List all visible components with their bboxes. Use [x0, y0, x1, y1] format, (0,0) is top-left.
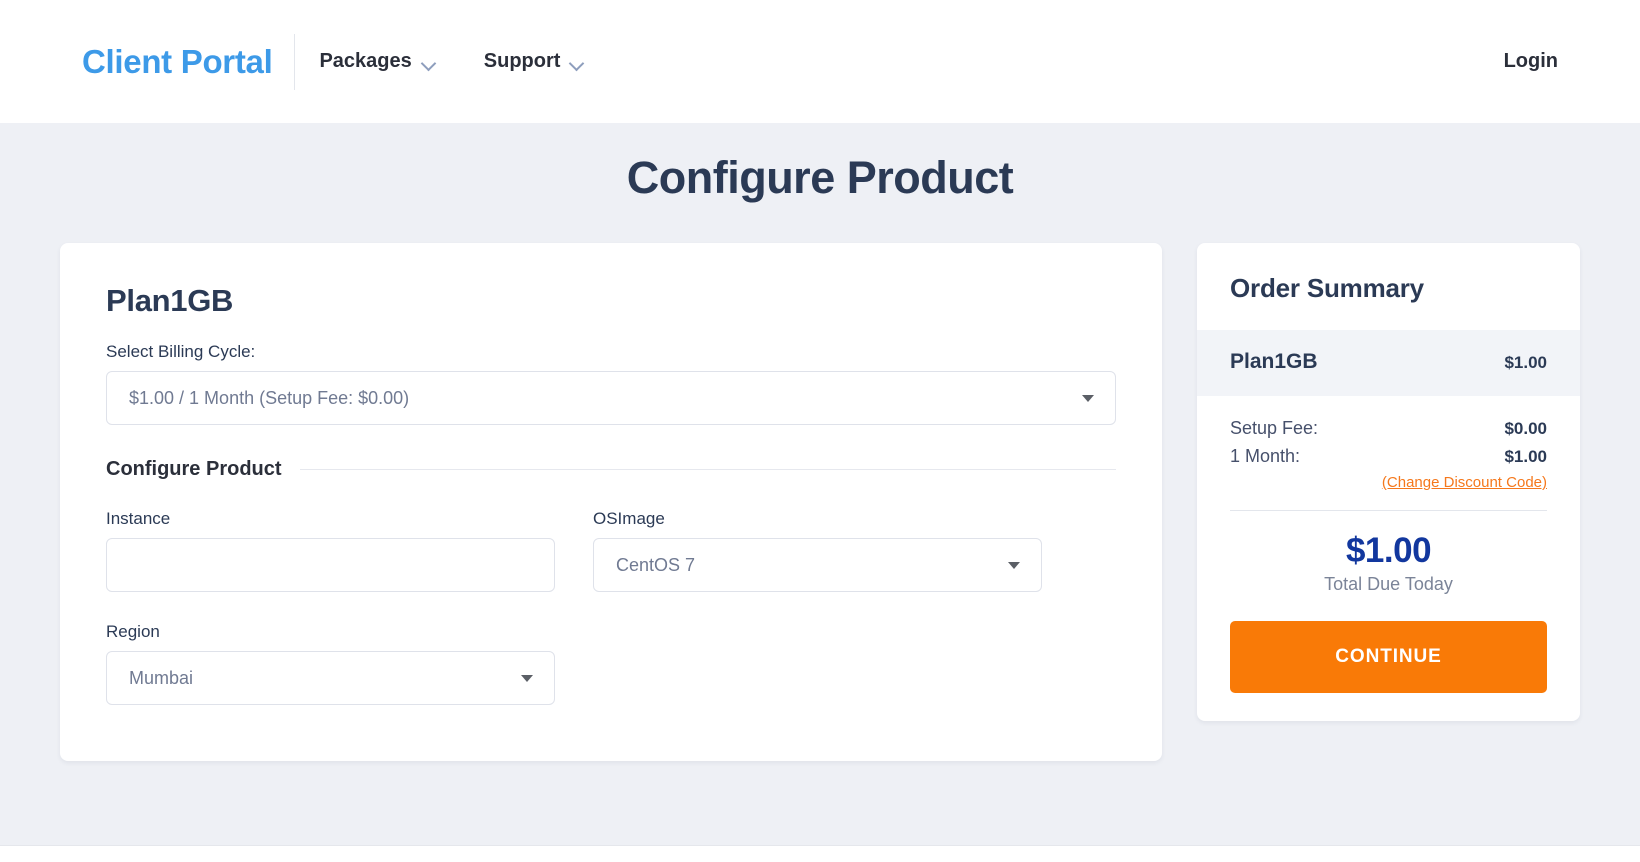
billing-cycle-select[interactable]: $1.00 / 1 Month (Setup Fee: $0.00) — [106, 371, 1116, 425]
top-navigation-bar: Client Portal Packages Support Login — [0, 0, 1640, 123]
summary-line-1-month: 1 Month: $1.00 — [1230, 446, 1547, 467]
config-fields-row-1: Instance OSImage CentOS 7 — [106, 509, 1116, 592]
content-container: Plan1GB Select Billing Cycle: $1.00 / 1 … — [0, 243, 1640, 761]
order-summary-heading: Order Summary — [1230, 273, 1424, 303]
region-select[interactable]: Mumbai — [106, 651, 555, 705]
total-due-amount: $1.00 — [1345, 531, 1432, 570]
config-fields-row-2: Region Mumbai — [106, 622, 1116, 705]
instance-input-wrapper[interactable] — [106, 538, 555, 592]
nav-links: Packages Support — [319, 50, 584, 73]
nav-item-support[interactable]: Support — [484, 50, 585, 73]
instance-field-group: Instance — [106, 509, 555, 592]
brand-divider — [294, 33, 296, 90]
order-summary-body: Setup Fee: $0.00 1 Month: $1.00 (Change … — [1197, 396, 1580, 721]
billing-cycle-select-wrapper[interactable]: $1.00 / 1 Month (Setup Fee: $0.00) — [106, 371, 1116, 425]
footer-band — [0, 845, 1640, 862]
summary-plan-name: Plan1GB — [1230, 350, 1318, 373]
nav-item-packages[interactable]: Packages — [319, 50, 435, 73]
fieldset-legend: Configure Product — [106, 458, 282, 480]
configure-product-card: Plan1GB Select Billing Cycle: $1.00 / 1 … — [60, 243, 1162, 761]
empty-cell — [593, 622, 1042, 705]
osimage-field-group: OSImage CentOS 7 — [593, 509, 1042, 592]
summary-line-label: Setup Fee: — [1230, 418, 1319, 438]
region-select-wrapper[interactable]: Mumbai — [106, 651, 555, 705]
instance-input[interactable] — [106, 538, 555, 592]
page-body: Configure Product Plan1GB Select Billing… — [0, 123, 1640, 845]
osimage-label: OSImage — [593, 509, 665, 528]
summary-plan-row: Plan1GB $1.00 — [1197, 330, 1580, 396]
fieldset-rule — [299, 469, 1116, 470]
summary-line-setup-fee: Setup Fee: $0.00 — [1230, 418, 1547, 439]
osimage-select[interactable]: CentOS 7 — [593, 538, 1042, 592]
change-discount-code-link[interactable]: (Change Discount Code) — [1382, 474, 1547, 491]
order-summary-card: Order Summary Plan1GB $1.00 Setup Fee: $… — [1197, 243, 1580, 721]
brand-logo[interactable]: Client Portal — [82, 43, 273, 81]
continue-button[interactable]: CONTINUE — [1230, 621, 1547, 693]
nav-item-support-label: Support — [483, 50, 561, 72]
chevron-down-icon — [423, 58, 436, 66]
billing-cycle-label: Select Billing Cycle: — [106, 342, 256, 361]
plan-title: Plan1GB — [106, 283, 234, 318]
summary-line-amount: $1.00 — [1504, 447, 1547, 466]
discount-link-row: (Change Discount Code) — [1230, 474, 1547, 492]
total-due-caption: Total Due Today — [1324, 574, 1453, 594]
nav-item-packages-label: Packages — [319, 50, 412, 72]
summary-line-label: 1 Month: — [1230, 446, 1301, 466]
osimage-select-wrapper[interactable]: CentOS 7 — [593, 538, 1042, 592]
login-link[interactable]: Login — [1504, 50, 1558, 73]
instance-label: Instance — [106, 509, 171, 528]
region-label: Region — [106, 622, 160, 641]
page-title: Configure Product — [626, 152, 1014, 203]
region-field-group: Region Mumbai — [106, 622, 555, 705]
configure-product-fieldset-header: Configure Product — [106, 458, 1116, 481]
summary-plan-price: $1.00 — [1504, 353, 1547, 372]
summary-line-amount: $0.00 — [1504, 419, 1547, 438]
chevron-down-icon — [571, 58, 584, 66]
summary-divider — [1230, 510, 1547, 511]
